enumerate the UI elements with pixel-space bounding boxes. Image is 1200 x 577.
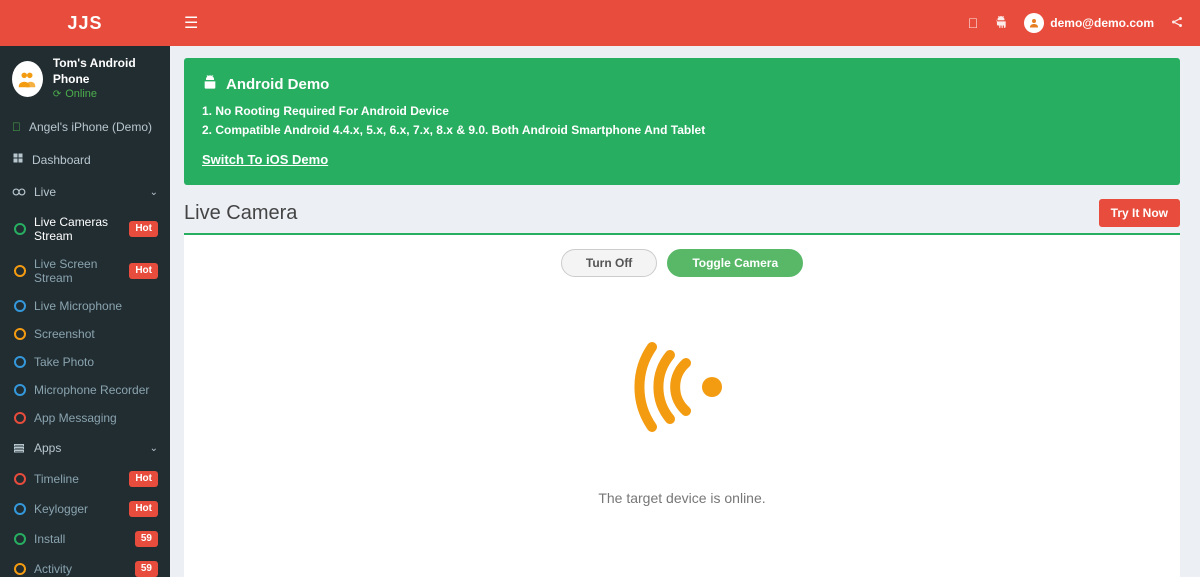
sidebar-activity[interactable]: Activity 59 — [0, 554, 170, 577]
page-title: Live Camera — [184, 202, 297, 225]
share-icon[interactable] — [1170, 15, 1184, 32]
sidebar: Tom's Android Phone ⟳ Online  Angel's i… — [0, 46, 170, 577]
avatar — [1024, 13, 1044, 33]
circle-icon — [14, 503, 26, 515]
try-it-now-button[interactable]: Try It Now — [1099, 199, 1180, 227]
circle-icon — [14, 533, 26, 545]
sidebar-take-photo[interactable]: Take Photo — [0, 348, 170, 376]
sidebar-keylogger[interactable]: Keylogger Hot — [0, 494, 170, 524]
alert-line-1: 1. No Rooting Required For Android Devic… — [202, 102, 1162, 121]
live-camera-panel: Turn Off Toggle Camera The target device… — [184, 233, 1180, 577]
chevron-down-icon: ⌄ — [150, 187, 158, 198]
circle-icon — [14, 223, 26, 235]
sidebar-section-apps[interactable]: Apps ⌄ — [0, 432, 170, 464]
user-email: demo@demo.com — [1050, 16, 1154, 30]
sidebar-mic-recorder[interactable]: Microphone Recorder — [0, 376, 170, 404]
circle-icon — [14, 473, 26, 485]
signal-icon — [622, 337, 742, 440]
alert-line-2: 2. Compatible Android 4.4.x, 5.x, 6.x, 7… — [202, 121, 1162, 140]
dashboard-icon — [12, 152, 24, 167]
sidebar-app-messaging[interactable]: App Messaging — [0, 404, 170, 432]
turn-off-button[interactable]: Turn Off — [561, 249, 657, 277]
user-menu[interactable]: demo@demo.com — [1024, 13, 1154, 33]
apple-icon[interactable]:  — [968, 15, 979, 31]
switch-ios-link[interactable]: Switch To iOS Demo — [202, 152, 328, 167]
badge-count: 59 — [135, 531, 158, 547]
circle-icon — [14, 328, 26, 340]
alert-title: Android Demo — [226, 76, 329, 93]
device-avatar — [12, 61, 43, 97]
badge-hot: Hot — [129, 263, 158, 279]
android-icon — [202, 74, 218, 94]
circle-icon — [14, 356, 26, 368]
toggle-camera-button[interactable]: Toggle Camera — [667, 249, 803, 277]
sidebar-install[interactable]: Install 59 — [0, 524, 170, 554]
sidebar-toggle-button[interactable]: ☰ — [170, 13, 212, 33]
badge-hot: Hot — [129, 221, 158, 237]
badge-hot: Hot — [129, 471, 158, 487]
circle-icon — [14, 300, 26, 312]
topbar: JJS ☰  demo@demo.com — [0, 0, 1200, 46]
device-status: ⟳ Online — [53, 87, 158, 101]
sidebar-live-cameras[interactable]: Live Cameras Stream Hot — [0, 208, 170, 250]
brand-logo[interactable]: JJS — [0, 0, 170, 46]
apps-icon — [12, 442, 26, 454]
refresh-icon: ⟳ — [53, 88, 61, 101]
info-alert: Android Demo 1. No Rooting Required For … — [184, 58, 1180, 185]
sidebar-live-screen[interactable]: Live Screen Stream Hot — [0, 250, 170, 292]
circle-icon — [14, 265, 26, 277]
sidebar-screenshot[interactable]: Screenshot — [0, 320, 170, 348]
circle-icon — [14, 412, 26, 424]
main-content: Android Demo 1. No Rooting Required For … — [170, 46, 1200, 577]
live-icon — [12, 187, 26, 197]
sidebar-switch-device[interactable]:  Angel's iPhone (Demo) — [0, 111, 170, 143]
device-online-status: The target device is online. — [598, 490, 765, 506]
sidebar-live-microphone[interactable]: Live Microphone — [0, 292, 170, 320]
chevron-down-icon: ⌄ — [150, 443, 158, 454]
circle-icon — [14, 384, 26, 396]
circle-icon — [14, 563, 26, 575]
apple-icon:  — [12, 120, 21, 134]
sidebar-timeline[interactable]: Timeline Hot — [0, 464, 170, 494]
device-panel: Tom's Android Phone ⟳ Online — [0, 46, 170, 111]
badge-count: 59 — [135, 561, 158, 577]
device-name: Tom's Android Phone — [53, 56, 158, 87]
sidebar-dashboard[interactable]: Dashboard — [0, 143, 170, 176]
sidebar-section-live[interactable]: Live ⌄ — [0, 176, 170, 208]
android-icon[interactable] — [994, 15, 1008, 32]
badge-hot: Hot — [129, 501, 158, 517]
